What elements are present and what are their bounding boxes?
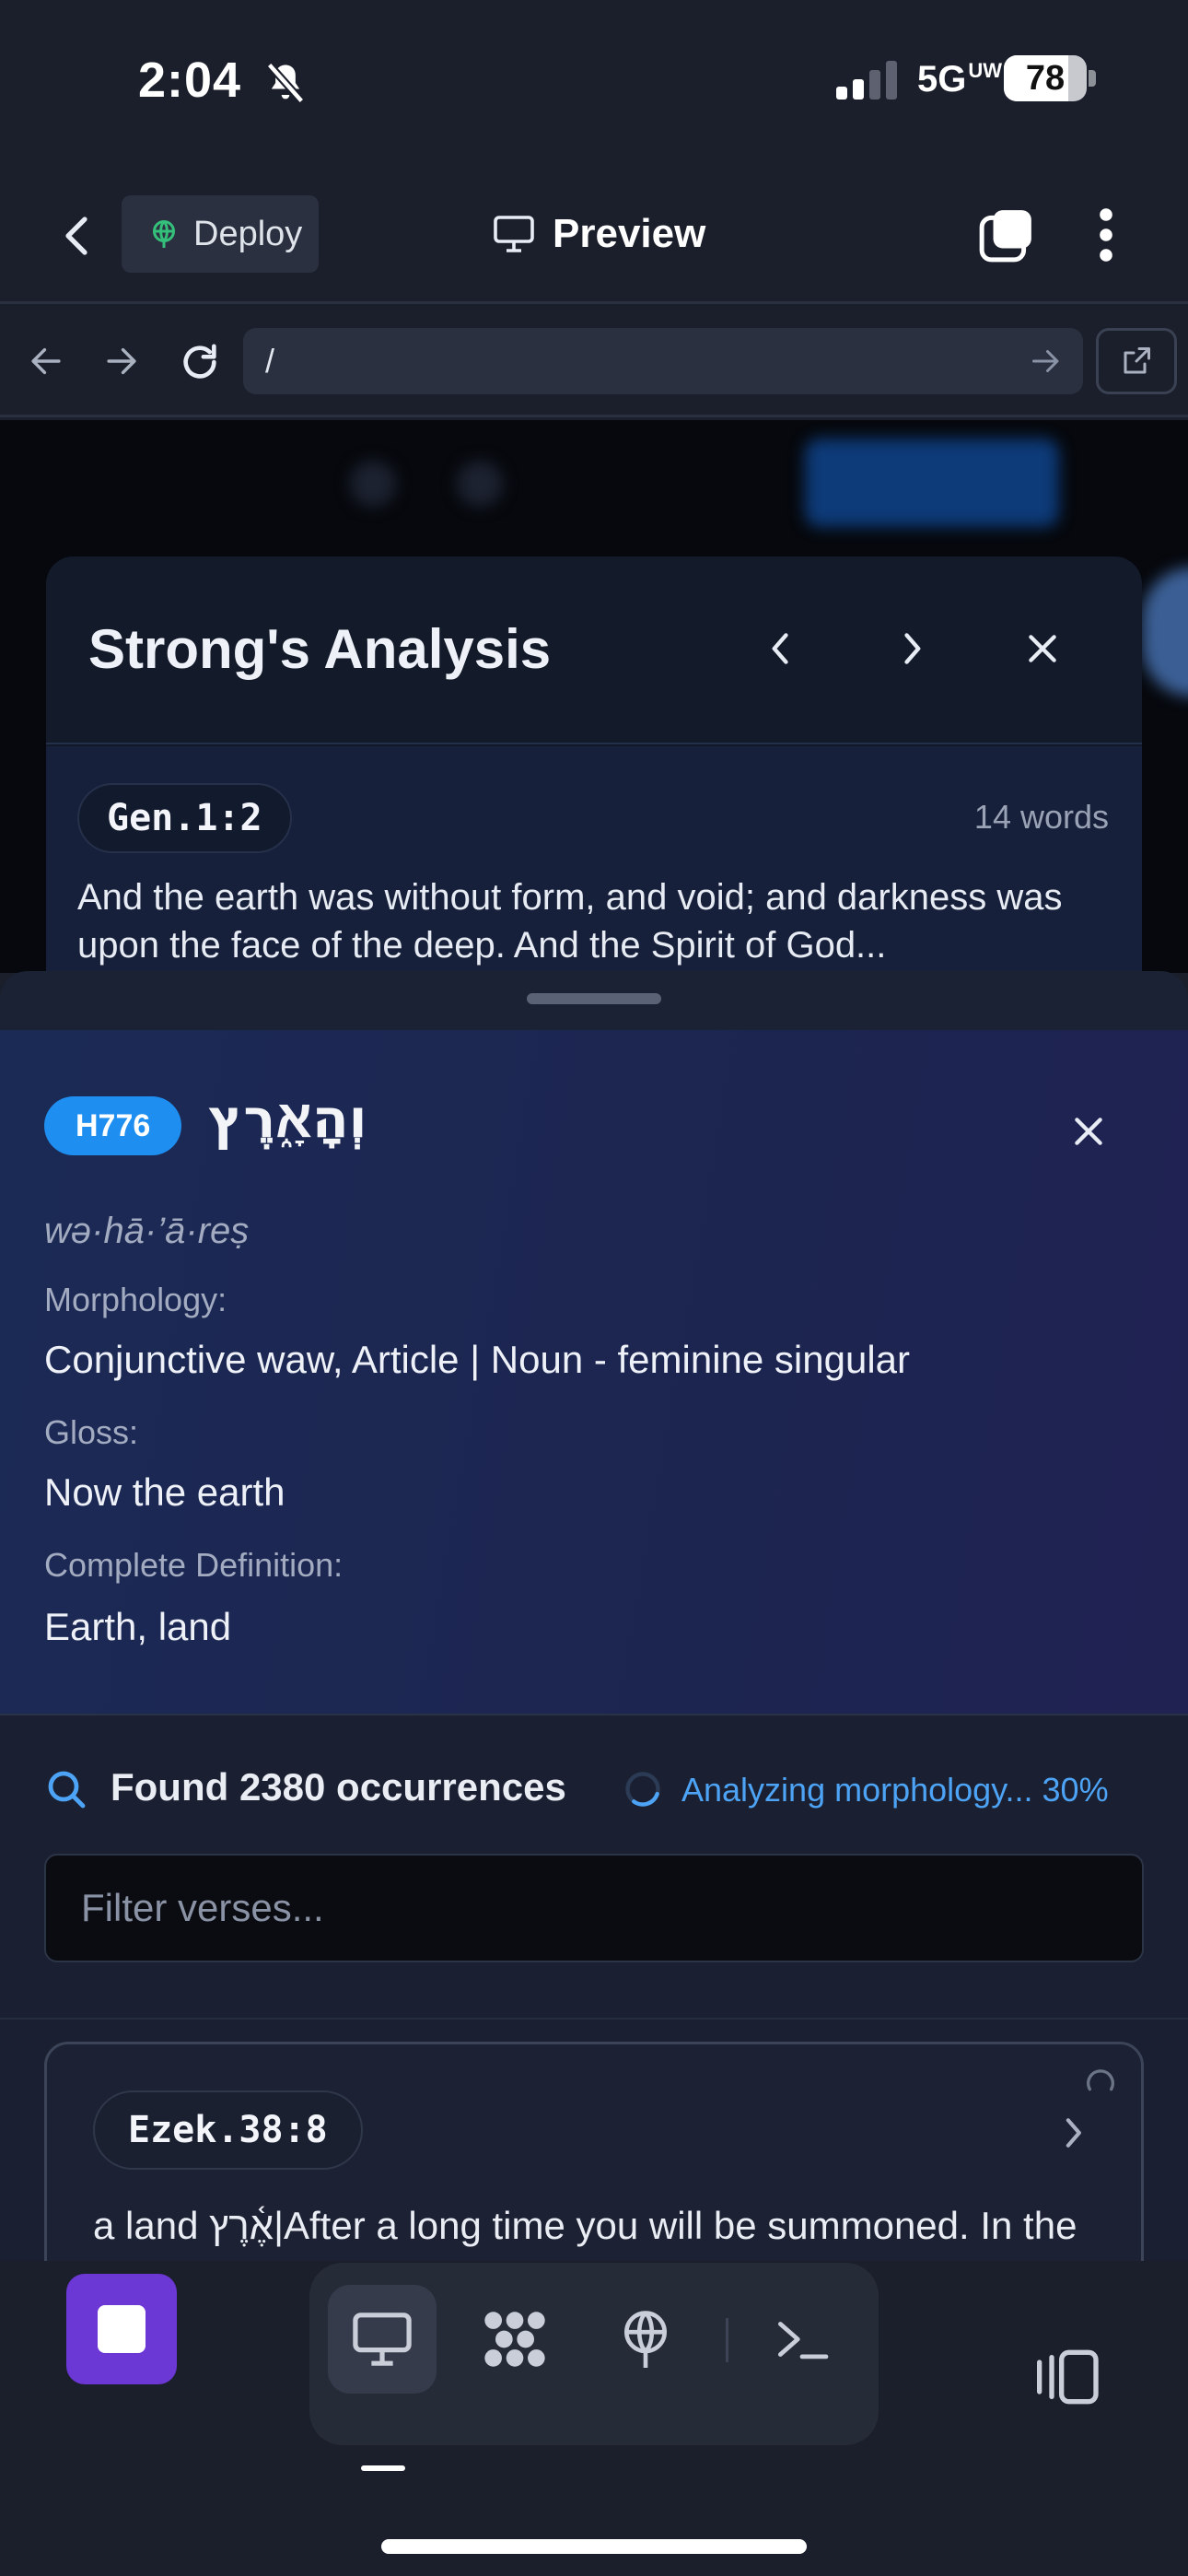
word-count: 14 words	[973, 798, 1109, 836]
occurrences-section: Found 2380 occurrences Analyzing morphol…	[0, 1714, 1188, 2018]
network-dots-icon	[484, 2312, 545, 2367]
shell-tool-button[interactable]	[748, 2285, 856, 2394]
more-vertical-icon	[1100, 208, 1112, 262]
analysis-title: Strong's Analysis	[88, 618, 552, 680]
blurred-icon	[457, 461, 503, 507]
occurrence-count: Found 2380 occurrences	[111, 1765, 566, 1809]
reload-icon	[183, 344, 216, 379]
more-options-button[interactable]	[1083, 203, 1129, 267]
open-external-button[interactable]	[1096, 328, 1177, 394]
tabs-button[interactable]	[974, 203, 1039, 267]
blurred-avatar	[1142, 568, 1188, 697]
blurred-button	[805, 439, 1059, 527]
previous-button[interactable]	[755, 623, 807, 674]
deploy-icon	[153, 220, 175, 248]
transliteration: wə·hā·’ā·reṣ	[44, 1211, 250, 1251]
network-label: 5GUW	[917, 59, 1003, 100]
battery-level: 78	[1025, 59, 1066, 98]
stop-button[interactable]	[66, 2274, 177, 2384]
close-word-button[interactable]	[1063, 1106, 1114, 1157]
bell-slash-icon	[266, 62, 305, 104]
verse-reference[interactable]: Gen.1:2	[77, 783, 292, 853]
loading-spinner-icon	[625, 1772, 660, 1807]
filter-verses-input[interactable]	[44, 1854, 1144, 1962]
word-detail-sheet: H776 וְהָאָ֑רֶץ wə·hā·’ā·reṣ Morphology:…	[0, 971, 1188, 2261]
chevron-left-icon	[65, 217, 87, 255]
close-analysis-button[interactable]	[1017, 623, 1068, 674]
search-icon	[48, 1771, 86, 1809]
reload-button[interactable]	[169, 332, 230, 392]
active-tab-indicator	[361, 2465, 405, 2471]
preview-tool-button[interactable]	[328, 2285, 437, 2394]
sheet-drag-handle[interactable]	[527, 993, 661, 1004]
external-link-icon	[1124, 347, 1150, 374]
nav-back-button[interactable]	[18, 334, 74, 389]
back-button[interactable]	[44, 203, 111, 269]
terminal-icon	[778, 2322, 829, 2359]
home-indicator	[381, 2539, 807, 2554]
gloss-value: Now the earth	[44, 1470, 285, 1514]
monitor-icon	[353, 2313, 412, 2366]
close-icon	[1029, 635, 1056, 662]
nav-forward-button[interactable]	[94, 334, 149, 389]
morphology-label: Morphology:	[44, 1281, 227, 1318]
monitor-icon	[494, 216, 534, 252]
arrow-right-icon	[107, 347, 136, 375]
analysis-header: Strong's Analysis	[46, 556, 1142, 744]
blurred-icon	[350, 461, 396, 507]
url-text: /	[265, 342, 275, 380]
hebrew-word: וְהָאָ֑רֶץ	[208, 1087, 367, 1150]
layout-toggle-button[interactable]	[1024, 2335, 1109, 2419]
loading-spinner-icon	[1087, 2069, 1114, 2091]
chevron-right-icon	[904, 633, 921, 664]
analysis-progress-text: Analyzing morphology... 30%	[681, 1771, 1109, 1809]
status-time: 2:04	[138, 53, 242, 108]
toolbar-divider	[726, 2318, 728, 2362]
results-list: Ezek.38:8 a land אֶ֫רֶץ|After a long tim…	[0, 2018, 1188, 2261]
arrow-left-icon	[31, 347, 61, 375]
chevron-left-icon	[772, 633, 788, 664]
battery-nub	[1089, 70, 1096, 87]
result-card[interactable]: Ezek.38:8 a land אֶ֫רֶץ|After a long tim…	[44, 2042, 1144, 2261]
network-badge: UW	[968, 59, 1003, 82]
morphology-value: Conjunctive waw, Article | Noun - femini…	[44, 1338, 911, 1381]
url-field[interactable]: /	[243, 328, 1083, 394]
tabs-icon	[979, 210, 1031, 263]
deploy-tool-button[interactable]	[591, 2285, 700, 2394]
signal-icon	[836, 61, 897, 100]
deploy-button[interactable]: Deploy	[122, 195, 319, 273]
result-text: a land אֶ֫רֶץ|After a long time you will…	[93, 2204, 1077, 2247]
battery-icon: 78	[1004, 55, 1087, 101]
result-reference[interactable]: Ezek.38:8	[93, 2090, 363, 2170]
strongs-number-badge: H776	[44, 1096, 182, 1155]
tool-group	[309, 2263, 879, 2445]
definition-label: Complete Definition:	[44, 1546, 344, 1584]
stop-icon	[98, 2305, 146, 2353]
preview-label: Preview	[553, 211, 706, 256]
close-icon	[1075, 1118, 1102, 1145]
go-arrow-icon[interactable]	[1030, 345, 1063, 378]
gloss-label: Gloss:	[44, 1413, 139, 1451]
next-button[interactable]	[886, 623, 938, 674]
open-result-button[interactable]	[1051, 2111, 1095, 2155]
chevron-right-icon	[1066, 2118, 1081, 2148]
deploy-icon	[624, 2311, 667, 2368]
panels-icon	[1037, 2349, 1099, 2405]
preview-title: Preview	[492, 205, 705, 263]
word-panel: H776 וְהָאָ֑רֶץ wə·hā·’ā·reṣ Morphology:…	[0, 1030, 1188, 1714]
deploy-label: Deploy	[193, 214, 303, 253]
verse-text: And the earth was without form, and void…	[77, 877, 1063, 966]
agent-tool-button[interactable]	[460, 2285, 569, 2394]
definition-value: Earth, land	[44, 1605, 232, 1648]
